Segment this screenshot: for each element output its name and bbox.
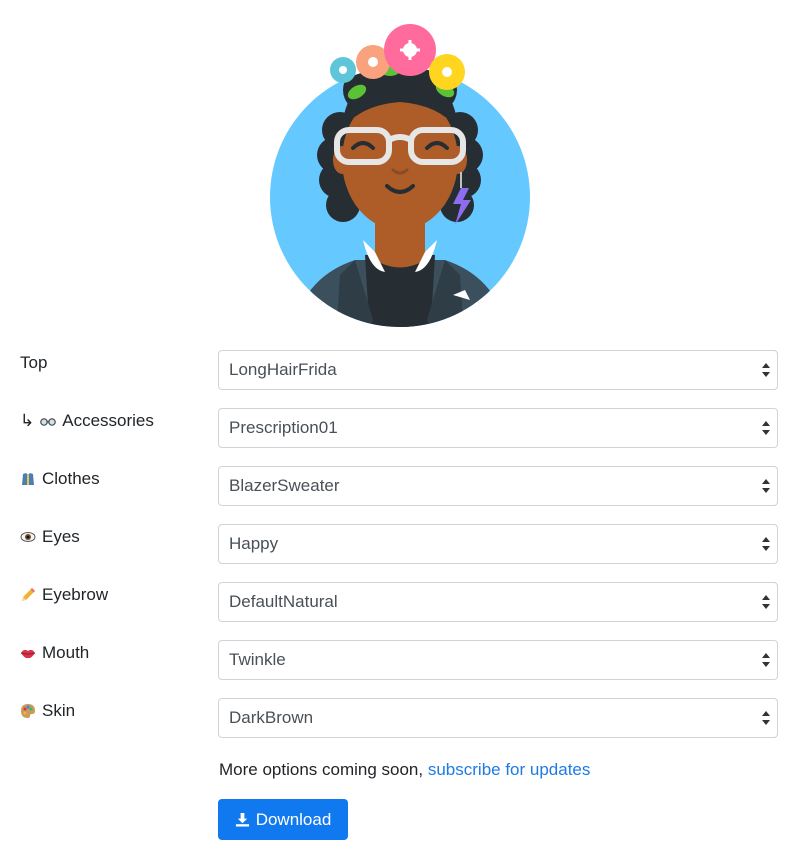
field-label-eyes: Eyes	[20, 525, 80, 549]
select-value: Twinkle	[229, 650, 286, 669]
select-caret-icon	[762, 653, 770, 667]
select-value: Prescription01	[229, 418, 338, 437]
field-label-text: Clothes	[42, 469, 100, 488]
sub-option-arrow: ↳	[20, 411, 35, 430]
lips-icon	[20, 645, 36, 661]
palette-icon	[20, 703, 36, 719]
field-label-top: Top	[20, 351, 47, 375]
field-label-text: Eyes	[42, 527, 80, 546]
glasses-icon	[40, 413, 57, 429]
skin-select[interactable]: DarkBrown	[218, 698, 778, 738]
clothes-select[interactable]: BlazerSweater	[218, 466, 778, 506]
select-caret-icon	[762, 363, 770, 377]
field-row-accessories: ↳ Accessories Prescription01	[0, 408, 800, 450]
download-icon	[235, 812, 249, 827]
field-row-eyebrow: Eyebrow DefaultNatural	[0, 582, 800, 624]
select-caret-icon	[762, 595, 770, 609]
note-text: More options coming soon,	[219, 760, 428, 779]
field-label-mouth: Mouth	[20, 641, 89, 665]
field-label-text: Skin	[42, 701, 76, 720]
select-value: DefaultNatural	[229, 592, 338, 611]
select-caret-icon	[762, 421, 770, 435]
field-row-eyes: Eyes Happy	[0, 524, 800, 566]
accessories-select[interactable]: Prescription01	[218, 408, 778, 448]
select-caret-icon	[762, 711, 770, 725]
field-label-text: Eyebrow	[42, 585, 109, 604]
select-value: BlazerSweater	[229, 476, 340, 495]
field-label-accessories: ↳ Accessories	[20, 409, 154, 433]
select-value: Happy	[229, 534, 279, 553]
download-label: Download	[255, 809, 332, 829]
top-select[interactable]: LongHairFrida	[218, 350, 778, 390]
eyes-select[interactable]: Happy	[218, 524, 778, 564]
field-label-text: Mouth	[42, 643, 90, 662]
field-label-text: Accessories	[62, 411, 154, 430]
more-options-note: More options coming soon, subscribe for …	[219, 759, 590, 781]
field-label-eyebrow: Eyebrow	[20, 583, 108, 607]
download-button[interactable]: Download	[218, 799, 348, 840]
field-row-mouth: Mouth Twinkle	[0, 640, 800, 682]
pencil-icon	[20, 587, 36, 603]
field-label-skin: Skin	[20, 699, 75, 723]
field-label-text: Top	[20, 353, 48, 372]
mouth-select[interactable]: Twinkle	[218, 640, 778, 680]
field-row-skin: Skin DarkBrown	[0, 698, 800, 740]
eyebrow-select[interactable]: DefaultNatural	[218, 582, 778, 622]
avatar-illustration	[270, 24, 530, 327]
field-label-clothes: Clothes	[20, 467, 100, 491]
field-row-top: Top LongHairFrida	[0, 350, 800, 392]
subscribe-link[interactable]: subscribe for updates	[428, 760, 591, 779]
select-caret-icon	[762, 479, 770, 493]
shirt-icon	[20, 471, 36, 487]
select-value: DarkBrown	[229, 708, 314, 727]
avatar	[265, 20, 535, 330]
select-caret-icon	[762, 537, 770, 551]
select-value: LongHairFrida	[229, 360, 337, 379]
eye-icon	[20, 529, 36, 545]
field-row-clothes: Clothes BlazerSweater	[0, 466, 800, 508]
